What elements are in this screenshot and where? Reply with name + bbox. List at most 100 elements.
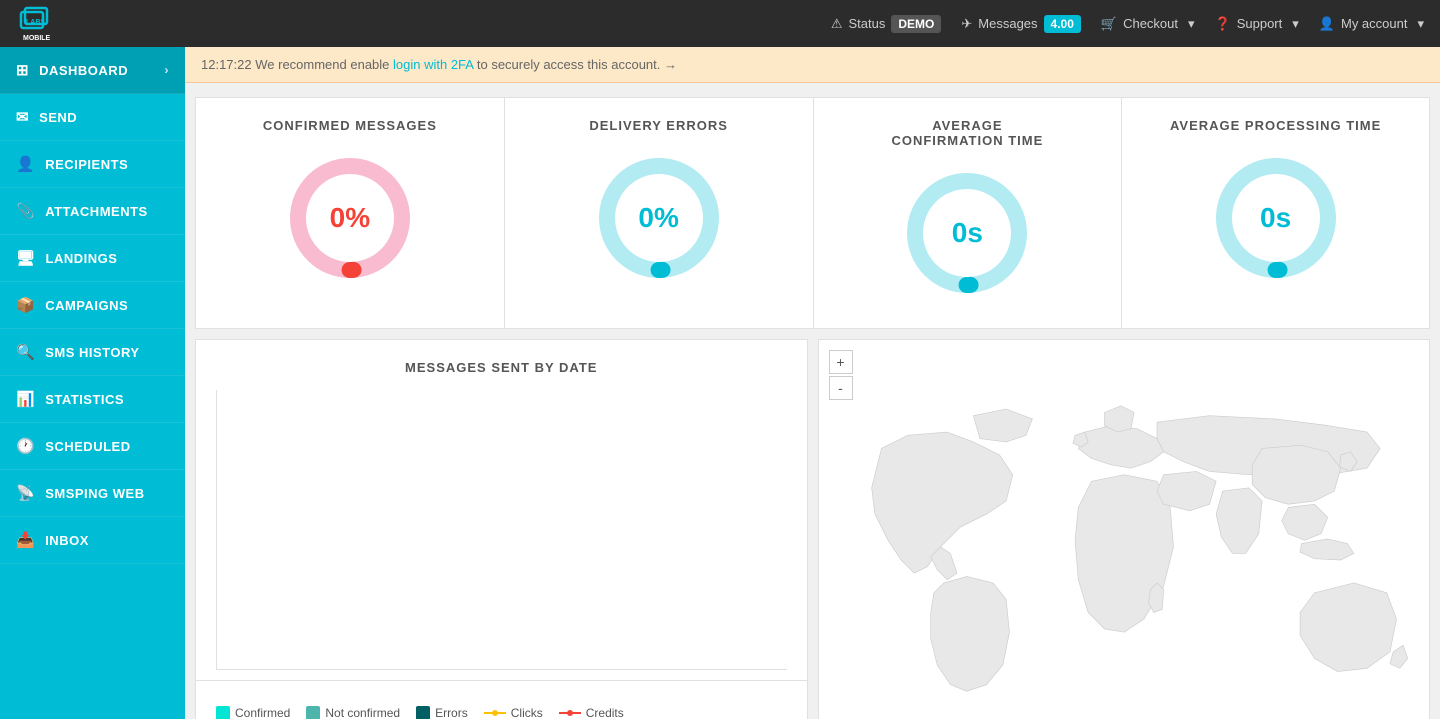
stat-avg-confirmation: AVERAGE CONFIRMATION TIME 0s — [813, 97, 1122, 329]
bottom-row: MESSAGES SENT BY DATE Confirmed Not conf… — [195, 339, 1430, 719]
account-icon: 👤 — [1319, 16, 1335, 32]
sidebar-item-recipients[interactable]: 👤 RECIPIENTS — [0, 141, 185, 188]
sidebar-label-statistics: STATISTICS — [45, 392, 124, 407]
map-zoom-in-button[interactable]: + — [829, 350, 853, 374]
statistics-icon: 📊 — [16, 390, 35, 408]
stat-confirmed-messages: CONFIRMED MESSAGES 0% — [195, 97, 504, 329]
delivery-errors-title: DELIVERY ERRORS — [515, 118, 803, 133]
sidebar-label-dashboard: DASHBOARD — [39, 63, 128, 78]
send-icon: ✉ — [16, 108, 29, 126]
navbar-right: ⚠ Status DEMO ✈ Messages 4.00 🛒 Checkout… — [831, 15, 1424, 33]
recipients-icon: 👤 — [16, 155, 35, 173]
stat-delivery-errors: DELIVERY ERRORS 0% — [504, 97, 813, 329]
clicks-legend-label: Clicks — [511, 706, 543, 719]
main-content: CONFIRMED MESSAGES 0% DELIVERY ERRORS 0% — [185, 47, 1440, 719]
chart-title: MESSAGES SENT BY DATE — [216, 360, 787, 375]
world-map-card: + - — [818, 339, 1431, 719]
avg-confirmation-donut: 0s — [902, 168, 1032, 298]
sidebar-item-dashboard[interactable]: ⊞ DASHBOARD › — [0, 47, 185, 94]
messages-nav-item[interactable]: ✈ Messages 4.00 — [961, 15, 1081, 33]
sidebar-item-statistics[interactable]: 📊 STATISTICS — [0, 376, 185, 423]
clicks-legend-line — [484, 708, 506, 718]
delivery-errors-donut: 0% — [594, 153, 724, 283]
messages-badge: 4.00 — [1044, 15, 1081, 33]
legend-confirmed: Confirmed — [216, 706, 290, 719]
sidebar-label-recipients: RECIPIENTS — [45, 157, 128, 172]
checkout-label: Checkout — [1123, 16, 1178, 31]
warning-icon: ⚠ — [831, 16, 843, 32]
sidebar-label-campaigns: CAMPAIGNS — [45, 298, 128, 313]
sms-history-icon: 🔍 — [16, 343, 35, 361]
sidebar-item-smsping[interactable]: 📡 SMSPING WEB — [0, 470, 185, 517]
svg-text:MOBILE: MOBILE — [23, 35, 51, 42]
world-map-svg — [829, 370, 1420, 719]
alert-text: We recommend enable — [255, 57, 393, 72]
send-icon: ✈ — [961, 16, 972, 32]
sidebar-item-landings[interactable]: 🖥 LANDINGS — [0, 235, 185, 282]
not-confirmed-legend-dot — [306, 706, 320, 719]
errors-legend-dot — [416, 706, 430, 719]
checkout-chevron — [1184, 16, 1195, 32]
legend-errors: Errors — [416, 706, 468, 719]
scheduled-icon: 🕐 — [16, 437, 35, 455]
inbox-icon: 📥 — [16, 531, 35, 549]
delivery-errors-value: 0% — [638, 202, 678, 234]
alert-time: 12:17:22 — [201, 57, 252, 72]
sidebar-item-sms-history[interactable]: 🔍 SMS HISTORY — [0, 329, 185, 376]
alert-link[interactable]: login with 2FA — [393, 57, 473, 72]
legend-clicks: Clicks — [484, 706, 543, 719]
legend-credits: Credits — [559, 706, 624, 719]
landings-icon: 🖥 — [16, 249, 36, 267]
chart-legend: Confirmed Not confirmed Errors — [216, 706, 787, 719]
checkout-nav-item[interactable]: 🛒 Checkout — [1101, 16, 1195, 32]
errors-legend-label: Errors — [435, 706, 468, 719]
support-chevron — [1288, 16, 1299, 32]
avg-processing-value: 0s — [1260, 202, 1291, 234]
confirmed-messages-title: CONFIRMED MESSAGES — [206, 118, 494, 133]
not-confirmed-legend-label: Not confirmed — [325, 706, 400, 719]
account-chevron — [1413, 16, 1424, 32]
logo: LABS MOBILE — [16, 4, 56, 44]
stat-avg-processing: AVERAGE PROCESSING TIME 0s — [1121, 97, 1430, 329]
confirmed-legend-label: Confirmed — [235, 706, 290, 719]
sidebar-label-sms-history: SMS HISTORY — [45, 345, 139, 360]
status-nav-item: ⚠ Status DEMO — [831, 15, 942, 33]
my-account-label: My account — [1341, 16, 1407, 31]
sidebar-item-send[interactable]: ✉ SEND — [0, 94, 185, 141]
legend-not-confirmed: Not confirmed — [306, 706, 400, 719]
map-zoom-out-button[interactable]: - — [829, 376, 853, 400]
messages-chart-card: MESSAGES SENT BY DATE Confirmed Not conf… — [195, 339, 808, 719]
support-label: Support — [1237, 16, 1283, 31]
smsping-icon: 📡 — [16, 484, 35, 502]
svg-text:LABS: LABS — [26, 19, 45, 26]
dashboard-arrow: › — [165, 63, 170, 77]
avg-confirmation-value: 0s — [952, 217, 983, 249]
messages-label: Messages — [978, 16, 1037, 31]
sidebar-item-inbox[interactable]: 📥 INBOX — [0, 517, 185, 564]
help-icon: ❓ — [1215, 16, 1231, 32]
avg-confirmation-title: AVERAGE CONFIRMATION TIME — [877, 118, 1057, 148]
sidebar-item-campaigns[interactable]: 📦 CAMPAIGNS — [0, 282, 185, 329]
confirmed-legend-dot — [216, 706, 230, 719]
alert-bar: 12:17:22 We recommend enable login with … — [185, 47, 1440, 83]
map-controls: + - — [829, 350, 853, 400]
cart-icon: 🛒 — [1101, 16, 1117, 32]
sidebar-label-send: SEND — [39, 110, 77, 125]
navbar: LABS MOBILE ⚠ Status DEMO ✈ Messages 4.0… — [0, 0, 1440, 47]
credits-legend-label: Credits — [586, 706, 624, 719]
confirmed-messages-donut: 0% — [285, 153, 415, 283]
sidebar-label-inbox: INBOX — [45, 533, 89, 548]
my-account-nav-item[interactable]: 👤 My account — [1319, 16, 1424, 32]
support-nav-item[interactable]: ❓ Support — [1215, 16, 1299, 32]
status-badge: DEMO — [891, 15, 941, 33]
avg-processing-title: AVERAGE PROCESSING TIME — [1132, 118, 1419, 133]
status-label: Status — [849, 16, 886, 31]
campaigns-icon: 📦 — [16, 296, 35, 314]
chart-area — [216, 390, 787, 670]
sidebar-item-scheduled[interactable]: 🕐 SCHEDULED — [0, 423, 185, 470]
alert-text2: to securely access this account. → — [477, 57, 677, 72]
attachments-icon: 📎 — [16, 202, 35, 220]
avg-processing-donut: 0s — [1211, 153, 1341, 283]
sidebar-item-attachments[interactable]: 📎 ATTACHMENTS — [0, 188, 185, 235]
stats-row: CONFIRMED MESSAGES 0% DELIVERY ERRORS 0% — [195, 97, 1430, 329]
